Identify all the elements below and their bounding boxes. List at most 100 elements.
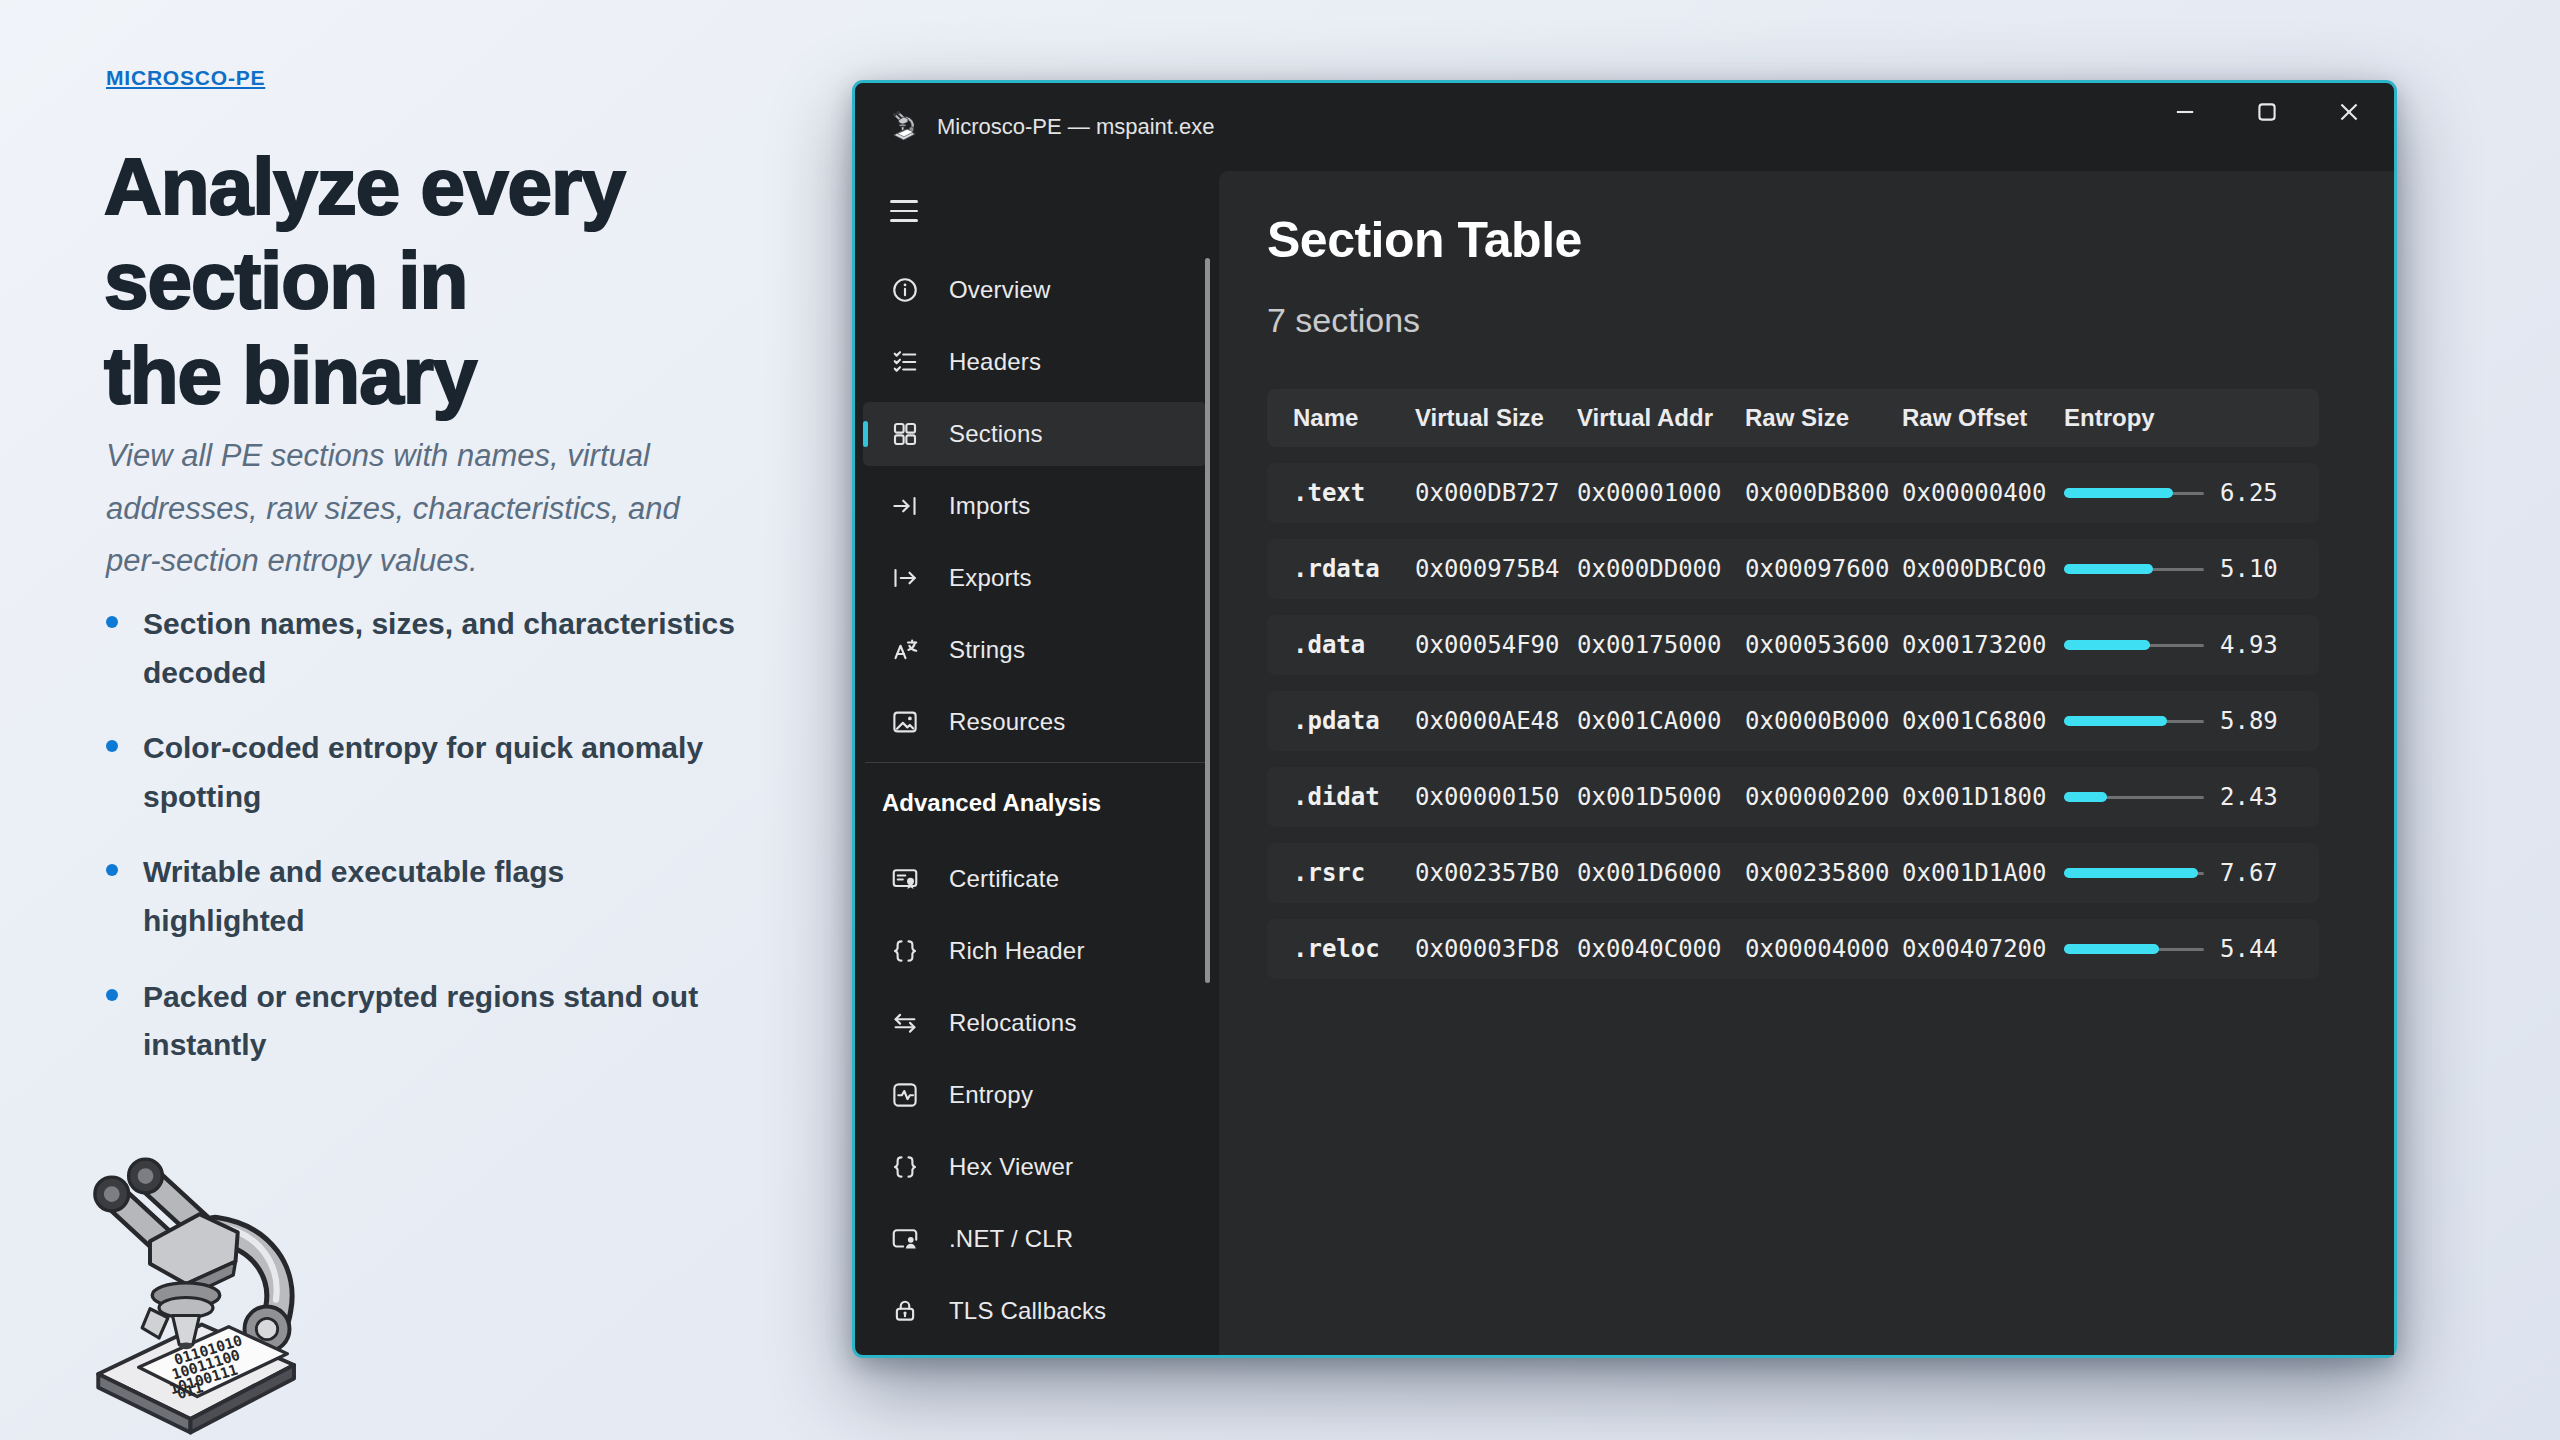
entropy-bar — [2064, 791, 2204, 803]
cell-virtual-size: 0x00003FD8 — [1415, 935, 1577, 963]
cell-virtual-addr: 0x00175000 — [1577, 631, 1745, 659]
page-title: Section Table — [1267, 211, 1582, 269]
feature-list: Section names, sizes, and characteristic… — [106, 600, 826, 1097]
sidebar-item-label: Entropy — [949, 1081, 1033, 1109]
section-table: Name Virtual Size Virtual Addr Raw Size … — [1267, 389, 2319, 979]
entropy-value: 2.43 — [2220, 783, 2278, 811]
window-title: Microsco-PE — mspaint.exe — [937, 114, 1215, 140]
sidebar-item-headers[interactable]: Headers — [863, 330, 1207, 394]
cell-raw-size: 0x00097600 — [1745, 555, 1902, 583]
menu-icon[interactable] — [885, 196, 923, 226]
cell-name: .reloc — [1293, 935, 1415, 963]
entropy-value: 5.44 — [2220, 935, 2278, 963]
sidebar-item-label: Sections — [949, 420, 1043, 448]
sidebar-item-certificate[interactable]: Certificate — [863, 847, 1207, 911]
cell-raw-offset: 0x00173200 — [1902, 631, 2064, 659]
sidebar-item-resources[interactable]: Resources — [863, 690, 1207, 754]
page-background: MICROSCO-PE Analyze every section in the… — [0, 0, 2560, 1440]
sidebar-item-relocations[interactable]: Relocations — [863, 991, 1207, 1055]
cell-virtual-size: 0x00000150 — [1415, 783, 1577, 811]
table-row-text[interactable]: .text0x000DB7270x000010000x000DB8000x000… — [1267, 463, 2319, 523]
export-icon — [890, 563, 920, 593]
close-button[interactable] — [2308, 83, 2390, 141]
entropy-value: 7.67 — [2220, 859, 2278, 887]
cell-entropy: 7.67 — [2064, 859, 2319, 887]
image-icon — [890, 707, 920, 737]
cell-raw-offset: 0x001C6800 — [1902, 707, 2064, 735]
checklist-icon — [890, 347, 920, 377]
table-header: Name Virtual Size Virtual Addr Raw Size … — [1267, 389, 2319, 447]
sidebar-item-rich-header[interactable]: Rich Header — [863, 919, 1207, 983]
cell-virtual-addr: 0x000DD000 — [1577, 555, 1745, 583]
table-row-rdata[interactable]: .rdata0x000975B40x000DD0000x000976000x00… — [1267, 539, 2319, 599]
feature-item: Section names, sizes, and characteristic… — [106, 600, 826, 697]
translate-icon — [890, 635, 920, 665]
entropy-value: 4.93 — [2220, 631, 2278, 659]
cell-entropy: 5.89 — [2064, 707, 2319, 735]
sidebar-group-label: Advanced Analysis — [882, 789, 1207, 820]
sidebar-item-label: Exports — [949, 564, 1032, 592]
swap-icon — [890, 1008, 920, 1038]
sidebar-item-sections[interactable]: Sections — [863, 402, 1207, 466]
sidebar-item-strings[interactable]: Strings — [863, 618, 1207, 682]
sidebar-item-label: Headers — [949, 348, 1041, 376]
import-icon — [890, 491, 920, 521]
cell-virtual-size: 0x00054F90 — [1415, 631, 1577, 659]
window-titlebar: Microsco-PE — mspaint.exe — [855, 83, 2394, 171]
maximize-button[interactable] — [2226, 83, 2308, 141]
entropy-value: 5.89 — [2220, 707, 2278, 735]
sidebar-item-label: Rich Header — [949, 937, 1085, 965]
sidebar-item-label: Strings — [949, 636, 1025, 664]
sidebar-item-hex-viewer[interactable]: Hex Viewer — [863, 1135, 1207, 1199]
sidebar-item-label: Relocations — [949, 1009, 1077, 1037]
cell-entropy: 6.25 — [2064, 479, 2319, 507]
cell-raw-offset: 0x001D1800 — [1902, 783, 2064, 811]
hero-subtitle: View all PE sections with names, virtual… — [106, 430, 680, 588]
braces-icon — [890, 936, 920, 966]
sidebar-item-tls-callbacks[interactable]: TLS Callbacks — [863, 1279, 1207, 1343]
sidebar-item-net-clr[interactable]: .NET / CLR — [863, 1207, 1207, 1271]
cell-virtual-addr: 0x001D6000 — [1577, 859, 1745, 887]
bullet-dot-icon — [106, 864, 118, 876]
cell-name: .pdata — [1293, 707, 1415, 735]
feature-item: Writable and executable flags highlighte… — [106, 848, 826, 945]
entropy-bar — [2064, 715, 2204, 727]
cell-entropy: 5.10 — [2064, 555, 2319, 583]
bullet-dot-icon — [106, 616, 118, 628]
table-row-data[interactable]: .data0x00054F900x001750000x000536000x001… — [1267, 615, 2319, 675]
cell-raw-offset: 0x00407200 — [1902, 935, 2064, 963]
lock-icon — [890, 1296, 920, 1326]
microscope-illustration: 01101010 10011100 10100111 011 — [50, 1140, 430, 1440]
table-row-rsrc[interactable]: .rsrc0x002357B00x001D60000x002358000x001… — [1267, 843, 2319, 903]
cell-name: .data — [1293, 631, 1415, 659]
sidebar-item-overview[interactable]: Overview — [863, 258, 1207, 322]
table-row-reloc[interactable]: .reloc0x00003FD80x0040C0000x000040000x00… — [1267, 919, 2319, 979]
app-icon — [889, 109, 925, 145]
cell-raw-size: 0x00004000 — [1745, 935, 1902, 963]
sidebar-item-label: Hex Viewer — [949, 1153, 1073, 1181]
cell-raw-offset: 0x001D1A00 — [1902, 859, 2064, 887]
sidebar-item-entropy[interactable]: Entropy — [863, 1063, 1207, 1127]
entropy-bar — [2064, 867, 2204, 879]
bullet-dot-icon — [106, 989, 118, 1001]
minimize-button[interactable] — [2144, 83, 2226, 141]
brand-link[interactable]: MICROSCO-PE — [106, 66, 265, 90]
table-row-didat[interactable]: .didat0x000001500x001D50000x000002000x00… — [1267, 767, 2319, 827]
sidebar-scrollbar[interactable] — [1205, 258, 1210, 983]
sidebar-item-label: Imports — [949, 492, 1030, 520]
entropy-bar — [2064, 563, 2204, 575]
cell-entropy: 4.93 — [2064, 631, 2319, 659]
cell-virtual-addr: 0x0040C000 — [1577, 935, 1745, 963]
cell-raw-size: 0x00053600 — [1745, 631, 1902, 659]
cell-virtual-addr: 0x00001000 — [1577, 479, 1745, 507]
sidebar-divider — [865, 762, 1205, 763]
cell-name: .rsrc — [1293, 859, 1415, 887]
card-person-icon — [890, 1224, 920, 1254]
table-row-pdata[interactable]: .pdata0x0000AE480x001CA0000x0000B0000x00… — [1267, 691, 2319, 751]
sidebar-item-imports[interactable]: Imports — [863, 474, 1207, 538]
cell-raw-size: 0x00235800 — [1745, 859, 1902, 887]
sidebar-item-exports[interactable]: Exports — [863, 546, 1207, 610]
cell-raw-size: 0x0000B000 — [1745, 707, 1902, 735]
bullet-dot-icon — [106, 740, 118, 752]
entropy-value: 5.10 — [2220, 555, 2278, 583]
